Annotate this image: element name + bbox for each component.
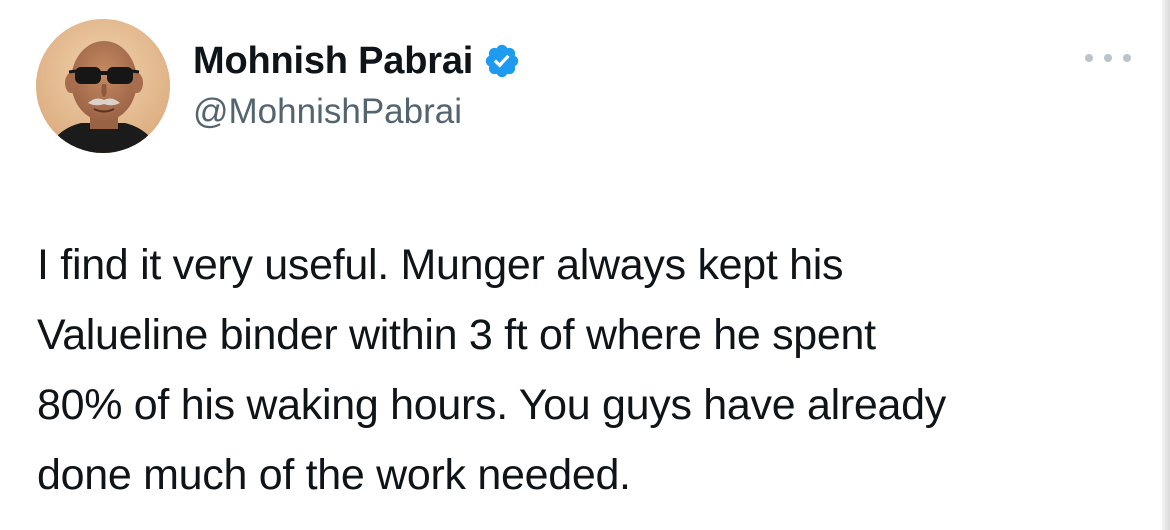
more-options-icon[interactable]	[1085, 46, 1131, 70]
more-dot	[1085, 54, 1093, 62]
author-name-row: Mohnish Pabrai	[193, 38, 521, 84]
tweet-card: Mohnish Pabrai @MohnishPabrai I find it …	[0, 0, 1170, 530]
tweet-text-line: done much of the work needed.	[37, 451, 631, 499]
author-display-name[interactable]: Mohnish Pabrai	[193, 40, 473, 83]
tweet-text-line: I find it very useful. Munger always kep…	[37, 241, 844, 289]
tweet-text: I find it very useful. Munger always kep…	[37, 230, 1147, 510]
author-handle[interactable]: @MohnishPabrai	[193, 92, 462, 132]
tweet-text-line: Valueline binder within 3 ft of where he…	[37, 311, 876, 359]
profile-photo	[36, 19, 170, 153]
tweet-text-line: 80% of his waking hours. You guys have a…	[37, 381, 946, 429]
more-dot	[1104, 54, 1112, 62]
screen-edge	[1162, 0, 1170, 530]
verified-badge-icon	[483, 42, 521, 80]
more-dot	[1123, 54, 1131, 62]
avatar[interactable]	[36, 19, 170, 153]
